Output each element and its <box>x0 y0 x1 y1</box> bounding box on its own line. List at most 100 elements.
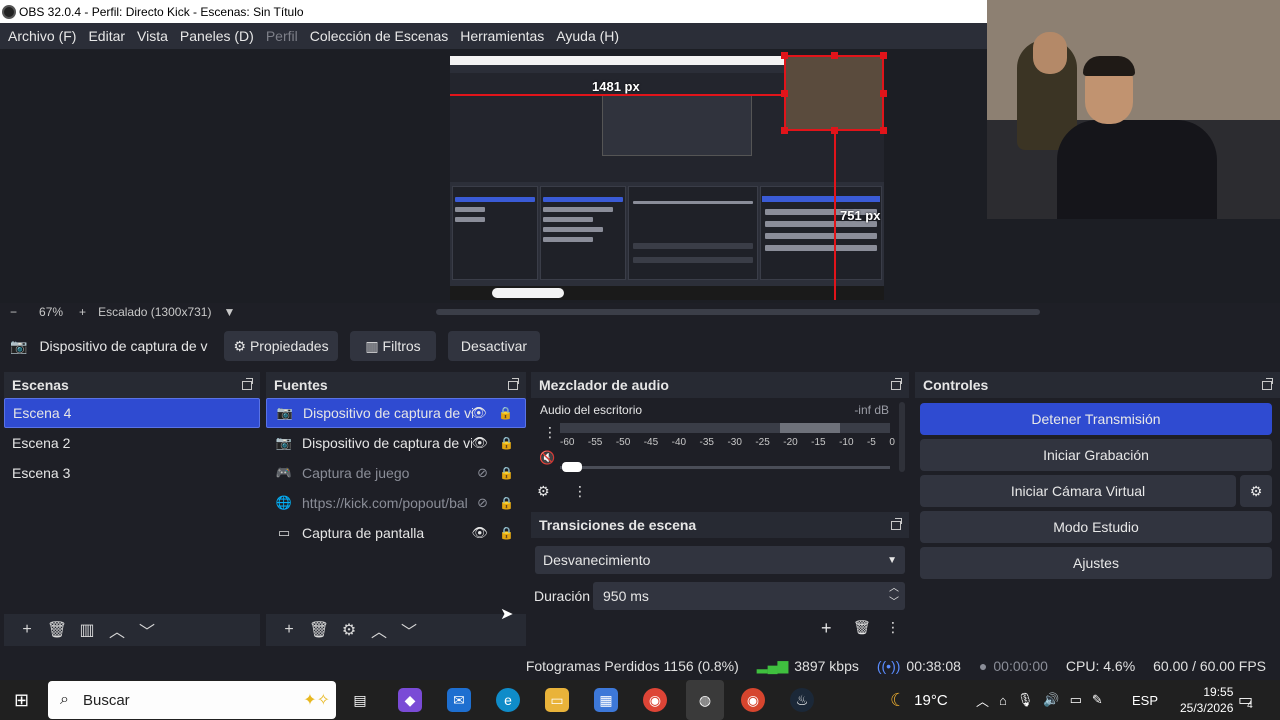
scene-item[interactable]: Escena 4 <box>4 398 260 428</box>
transition-select[interactable]: Desvanecimiento ▼ <box>535 546 905 574</box>
eye-icon[interactable]: 👁 <box>470 405 487 421</box>
source-item[interactable]: 📷 Dispositivo de captura de vi 👁 🔒 <box>266 398 526 428</box>
source-label: Dispositivo de captura de vi <box>303 405 473 421</box>
menu-vista[interactable]: Vista <box>131 23 174 49</box>
transitions-body: Desvanecimiento ▼ Duración 950 ms ︿ ﹀ + 🗑… <box>531 538 909 646</box>
resize-handle[interactable] <box>880 90 887 97</box>
deactivate-button[interactable]: Desactivar <box>448 331 540 361</box>
outlook-icon[interactable]: ✉ <box>447 688 471 712</box>
windows-start-icon[interactable]: ⊞ <box>14 690 29 711</box>
clock[interactable]: 19:55 25/3/2026 <box>1180 680 1233 720</box>
source-item[interactable]: ▭ Captura de pantalla 👁 🔒 <box>266 518 526 548</box>
file-explorer-icon[interactable]: ▭ <box>545 688 569 712</box>
chevron-up-icon[interactable]: ︿ <box>976 691 989 710</box>
chrome-profile-icon[interactable]: ◉ <box>741 688 765 712</box>
more-options-icon[interactable]: ⋮ <box>573 483 587 500</box>
more-options-icon[interactable]: ⋮ <box>543 424 557 441</box>
studio-mode-button[interactable]: Modo Estudio <box>920 511 1272 543</box>
volume-slider[interactable] <box>560 466 890 469</box>
stop-stream-button[interactable]: Detener Transmisión <box>920 403 1272 435</box>
lock-icon[interactable]: 🔒 <box>499 466 514 480</box>
virtual-camera-settings-button[interactable]: ⚙ <box>1240 475 1272 507</box>
menu-ayuda[interactable]: Ayuda (H) <box>550 23 625 49</box>
resize-handle[interactable] <box>781 127 788 134</box>
virtual-camera-button[interactable]: Iniciar Cámara Virtual <box>920 475 1236 507</box>
undock-icon[interactable] <box>508 377 519 390</box>
more-options-icon[interactable]: ⋮ <box>886 619 900 636</box>
add-icon[interactable]: + <box>274 618 304 642</box>
scale-dropdown-icon[interactable]: ▼ <box>223 305 235 319</box>
lock-icon[interactable]: 🔒 <box>498 406 513 420</box>
move-down-icon[interactable]: ﹀ <box>132 618 162 642</box>
start-recording-button[interactable]: Iniciar Grabación <box>920 439 1272 471</box>
resize-handle[interactable] <box>831 127 838 134</box>
trash-icon[interactable]: 🗑 <box>853 619 871 636</box>
undock-icon[interactable] <box>891 517 902 530</box>
source-item[interactable]: 📷 Dispositivo de captura de vi 👁 🔒 <box>266 428 526 458</box>
eye-hidden-icon[interactable]: ⊘ <box>477 495 488 511</box>
undock-icon[interactable] <box>1262 377 1273 390</box>
move-up-icon[interactable]: ︿ <box>364 618 394 642</box>
trash-icon[interactable]: 🗑 <box>42 618 72 642</box>
menu-editar[interactable]: Editar <box>82 23 131 49</box>
settings-button[interactable]: Ajustes <box>920 547 1272 579</box>
menu-paneles[interactable]: Paneles (D) <box>174 23 260 49</box>
resize-handle[interactable] <box>781 90 788 97</box>
resize-handle[interactable] <box>880 127 887 134</box>
volume-slider-handle[interactable] <box>562 462 582 472</box>
task-view-icon[interactable]: ▤ <box>348 688 372 712</box>
selected-source-bounding-box[interactable] <box>784 55 884 131</box>
copilot-icon[interactable]: ◆ <box>398 688 422 712</box>
pen-icon[interactable]: ✎ <box>1092 692 1103 708</box>
undock-icon[interactable] <box>891 377 902 390</box>
move-up-icon[interactable]: ︿ <box>102 618 132 642</box>
filters-button[interactable]: ▥ Filtros <box>350 331 436 361</box>
move-down-icon[interactable]: ﹀ <box>394 618 424 642</box>
filter-icon[interactable]: ▥ <box>72 618 102 642</box>
menu-coleccion-escenas[interactable]: Colección de Escenas <box>304 23 455 49</box>
zoom-in-button[interactable]: + <box>79 305 86 319</box>
add-icon[interactable]: + <box>821 618 832 639</box>
lock-icon[interactable]: 🔒 <box>499 436 514 450</box>
chrome-icon[interactable]: ◉ <box>643 688 667 712</box>
add-icon[interactable]: + <box>12 618 42 642</box>
steam-icon[interactable]: ♨ <box>790 688 814 712</box>
source-item[interactable]: 🎮 Captura de juego ⊘ 🔒 <box>266 458 526 488</box>
network-icon[interactable]: ▭ <box>1070 692 1082 708</box>
properties-button[interactable]: ⚙ Propiedades <box>224 331 338 361</box>
mute-icon[interactable]: 🔇 <box>539 450 555 466</box>
preview-horizontal-scrollbar[interactable] <box>436 309 1040 315</box>
obs-taskbar-icon[interactable]: ◍ <box>686 680 724 720</box>
resize-handle[interactable] <box>781 52 788 59</box>
microphone-icon[interactable]: 🎙 <box>1017 692 1034 708</box>
eye-icon[interactable]: 👁 <box>471 525 488 541</box>
menu-herramientas[interactable]: Herramientas <box>454 23 550 49</box>
scene-item[interactable]: Escena 3 <box>4 458 260 488</box>
scene-item[interactable]: Escena 2 <box>4 428 260 458</box>
trash-icon[interactable]: 🗑 <box>304 618 334 642</box>
eye-hidden-icon[interactable]: ⊘ <box>477 465 488 481</box>
stepper-icon[interactable]: ︿ ﹀ <box>889 582 899 610</box>
taskbar-search[interactable]: ⌕ Buscar ✦✧ <box>48 681 336 719</box>
headset-icon[interactable]: ⌂ <box>999 693 1007 708</box>
resize-handle[interactable] <box>880 52 887 59</box>
gear-icon[interactable]: ⚙ <box>334 618 364 642</box>
resize-handle[interactable] <box>831 52 838 59</box>
duration-input[interactable]: 950 ms ︿ ﹀ <box>593 582 905 610</box>
edge-icon[interactable]: e <box>496 688 520 712</box>
lock-icon[interactable]: 🔒 <box>499 496 514 510</box>
undock-icon[interactable] <box>242 377 253 390</box>
microsoft-store-icon[interactable]: ▦ <box>594 688 618 712</box>
menu-perfil[interactable]: Perfil <box>260 23 304 49</box>
audio-scrollbar[interactable] <box>899 402 905 472</box>
gears-icon[interactable]: ⚙ <box>537 483 550 500</box>
menu-archivo[interactable]: Archivo (F) <box>2 23 82 49</box>
weather-widget[interactable]: ☾ 19°C <box>890 680 948 720</box>
lock-icon[interactable]: 🔒 <box>499 526 514 540</box>
eye-icon[interactable]: 👁 <box>471 435 488 451</box>
zoom-out-button[interactable]: − <box>10 305 17 319</box>
language-indicator[interactable]: ESP <box>1132 680 1158 720</box>
volume-icon[interactable]: 🔊 <box>1043 692 1059 708</box>
source-item[interactable]: 🌐 https://kick.com/popout/bal ⊘ 🔒 <box>266 488 526 518</box>
notifications-button[interactable]: ▭ 4 <box>1238 680 1253 720</box>
